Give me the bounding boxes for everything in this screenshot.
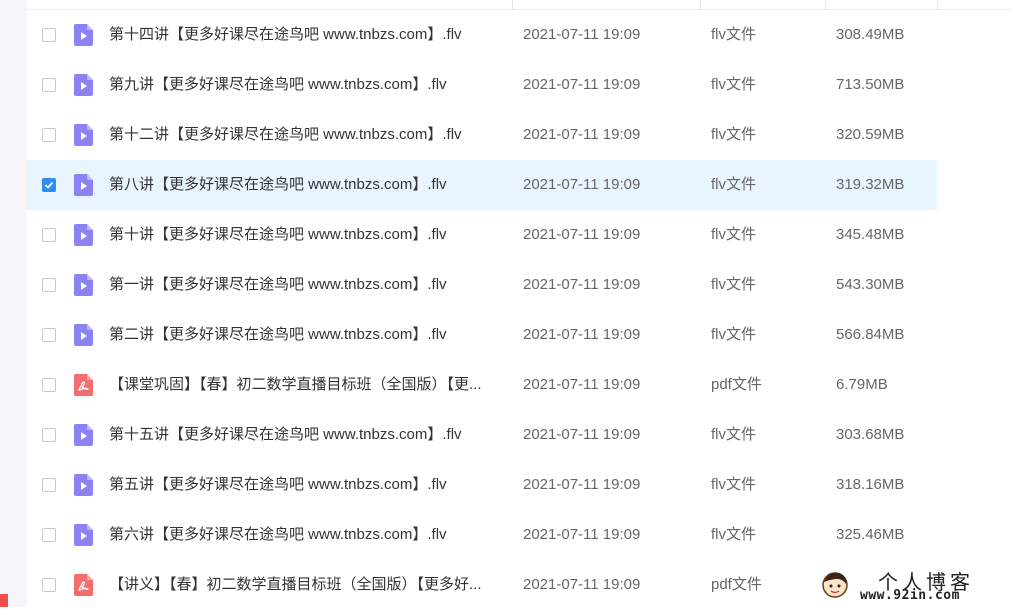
file-type: flv文件 bbox=[711, 326, 757, 343]
file-size: 713.50MB bbox=[836, 76, 905, 93]
file-modified-date: 2021-07-11 19:09 bbox=[523, 226, 641, 243]
file-size: 319.32MB bbox=[836, 176, 905, 193]
video-file-icon bbox=[74, 74, 93, 96]
pdf-file-icon bbox=[74, 374, 93, 396]
checkbox[interactable] bbox=[42, 328, 56, 342]
file-size: 320.59MB bbox=[836, 126, 905, 143]
file-size: 318.16MB bbox=[836, 476, 905, 493]
file-size: 566.84MB bbox=[836, 326, 905, 343]
file-size: 345.48MB bbox=[836, 226, 905, 243]
file-type: flv文件 bbox=[711, 176, 757, 193]
file-row[interactable]: 第十五讲【更多好课尽在途鸟吧 www.tnbzs.com】.flv 2021-07… bbox=[27, 410, 937, 460]
file-name: 第八讲【更多好课尽在途鸟吧 www.tnbzs.com】.flv bbox=[109, 176, 447, 193]
video-file-icon bbox=[74, 124, 93, 146]
file-name: 【讲义】【春】初二数学直播目标班（全国版）【更多好... bbox=[109, 576, 482, 593]
left-sidebar-pane bbox=[0, 0, 27, 607]
column-header-strip bbox=[27, 0, 1012, 10]
file-size: 325.46MB bbox=[836, 526, 905, 543]
file-row[interactable]: 第二讲【更多好课尽在途鸟吧 www.tnbzs.com】.flv 2021-07-… bbox=[27, 310, 937, 360]
checkbox[interactable] bbox=[42, 578, 56, 592]
file-type: flv文件 bbox=[711, 276, 757, 293]
video-file-icon bbox=[74, 24, 93, 46]
file-type: pdf文件 bbox=[711, 576, 762, 593]
checkbox-checked[interactable] bbox=[42, 178, 56, 192]
file-size: 308.49MB bbox=[836, 26, 905, 43]
avatar-icon bbox=[822, 572, 848, 598]
file-row[interactable]: 第九讲【更多好课尽在途鸟吧 www.tnbzs.com】.flv 2021-07-… bbox=[27, 60, 937, 110]
file-type: pdf文件 bbox=[711, 376, 762, 393]
checkbox[interactable] bbox=[42, 378, 56, 392]
checkbox[interactable] bbox=[42, 478, 56, 492]
column-divider[interactable] bbox=[512, 0, 513, 9]
file-name: 【课堂巩固】【春】初二数学直播目标班（全国版）【更... bbox=[109, 376, 482, 393]
checkbox[interactable] bbox=[42, 28, 56, 42]
file-name: 第十五讲【更多好课尽在途鸟吧 www.tnbzs.com】.flv bbox=[109, 426, 462, 443]
video-file-icon bbox=[74, 174, 93, 196]
file-modified-date: 2021-07-11 19:09 bbox=[523, 26, 641, 43]
watermark-logo: 个人博客 www.92in.com bbox=[818, 566, 1008, 604]
file-row[interactable]: 第八讲【更多好课尽在途鸟吧 www.tnbzs.com】.flv 2021-07-… bbox=[27, 160, 937, 210]
video-file-icon bbox=[74, 524, 93, 546]
video-file-icon bbox=[74, 474, 93, 496]
file-row[interactable]: 第五讲【更多好课尽在途鸟吧 www.tnbzs.com】.flv 2021-07-… bbox=[27, 460, 937, 510]
sidebar-accent-mark bbox=[0, 594, 8, 607]
watermark-url: www.92in.com bbox=[860, 588, 960, 603]
file-modified-date: 2021-07-11 19:09 bbox=[523, 526, 641, 543]
file-modified-date: 2021-07-11 19:09 bbox=[523, 76, 641, 93]
checkbox[interactable] bbox=[42, 428, 56, 442]
file-name: 第五讲【更多好课尽在途鸟吧 www.tnbzs.com】.flv bbox=[109, 476, 447, 493]
file-modified-date: 2021-07-11 19:09 bbox=[523, 176, 641, 193]
file-modified-date: 2021-07-11 19:09 bbox=[523, 576, 641, 593]
file-type: flv文件 bbox=[711, 476, 757, 493]
file-name: 第十讲【更多好课尽在途鸟吧 www.tnbzs.com】.flv bbox=[109, 226, 447, 243]
file-row[interactable]: 第十四讲【更多好课尽在途鸟吧 www.tnbzs.com】.flv 2021-07… bbox=[27, 10, 937, 60]
column-divider[interactable] bbox=[825, 0, 826, 9]
file-modified-date: 2021-07-11 19:09 bbox=[523, 326, 641, 343]
file-type: flv文件 bbox=[711, 76, 757, 93]
file-modified-date: 2021-07-11 19:09 bbox=[523, 426, 641, 443]
file-type: flv文件 bbox=[711, 526, 757, 543]
column-divider[interactable] bbox=[937, 0, 938, 9]
file-row[interactable]: 第十二讲【更多好课尽在途鸟吧 www.tnbzs.com】.flv 2021-07… bbox=[27, 110, 937, 160]
file-row[interactable]: 第一讲【更多好课尽在途鸟吧 www.tnbzs.com】.flv 2021-07-… bbox=[27, 260, 937, 310]
file-name: 第十四讲【更多好课尽在途鸟吧 www.tnbzs.com】.flv bbox=[109, 26, 462, 43]
file-size: 543.30MB bbox=[836, 276, 905, 293]
video-file-icon bbox=[74, 274, 93, 296]
pdf-file-icon bbox=[74, 574, 93, 596]
checkbox[interactable] bbox=[42, 128, 56, 142]
file-name: 第一讲【更多好课尽在途鸟吧 www.tnbzs.com】.flv bbox=[109, 276, 447, 293]
file-size: 303.68MB bbox=[836, 426, 905, 443]
file-modified-date: 2021-07-11 19:09 bbox=[523, 276, 641, 293]
checkbox[interactable] bbox=[42, 528, 56, 542]
check-icon bbox=[44, 181, 54, 189]
file-modified-date: 2021-07-11 19:09 bbox=[523, 476, 641, 493]
file-type: flv文件 bbox=[711, 426, 757, 443]
file-type: flv文件 bbox=[711, 26, 757, 43]
video-file-icon bbox=[74, 224, 93, 246]
file-modified-date: 2021-07-11 19:09 bbox=[523, 126, 641, 143]
checkbox[interactable] bbox=[42, 78, 56, 92]
file-type: flv文件 bbox=[711, 126, 757, 143]
file-name: 第六讲【更多好课尽在途鸟吧 www.tnbzs.com】.flv bbox=[109, 526, 447, 543]
file-size: 6.79MB bbox=[836, 376, 888, 393]
video-file-icon bbox=[74, 324, 93, 346]
file-row[interactable]: 第六讲【更多好课尽在途鸟吧 www.tnbzs.com】.flv 2021-07-… bbox=[27, 510, 937, 560]
file-row[interactable]: 第十讲【更多好课尽在途鸟吧 www.tnbzs.com】.flv 2021-07-… bbox=[27, 210, 937, 260]
file-name: 第二讲【更多好课尽在途鸟吧 www.tnbzs.com】.flv bbox=[109, 326, 447, 343]
file-type: flv文件 bbox=[711, 226, 757, 243]
file-name: 第十二讲【更多好课尽在途鸟吧 www.tnbzs.com】.flv bbox=[109, 126, 462, 143]
file-row[interactable]: 【课堂巩固】【春】初二数学直播目标班（全国版）【更... 2021-07-11 1… bbox=[27, 360, 937, 410]
column-divider[interactable] bbox=[700, 0, 701, 9]
checkbox[interactable] bbox=[42, 278, 56, 292]
video-file-icon bbox=[74, 424, 93, 446]
file-name: 第九讲【更多好课尽在途鸟吧 www.tnbzs.com】.flv bbox=[109, 76, 447, 93]
file-modified-date: 2021-07-11 19:09 bbox=[523, 376, 641, 393]
checkbox[interactable] bbox=[42, 228, 56, 242]
file-row[interactable]: 【讲义】【春】初二数学直播目标班（全国版）【更多好... 2021-07-11 1… bbox=[27, 560, 937, 610]
